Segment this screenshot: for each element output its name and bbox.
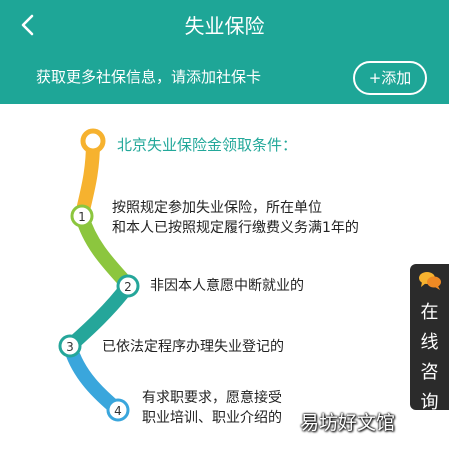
conditions-heading: 北京失业保险金领取条件： <box>117 136 298 154</box>
chat-bubbles-icon <box>419 272 441 290</box>
watermark-text: 易坊好文馆 <box>300 412 396 434</box>
step-1-line-1: 按照规定参加失业保险，所在单位 <box>112 200 322 216</box>
consult-char-3: 咨 <box>420 362 439 383</box>
online-consult-button[interactable]: 在 线 咨 询 <box>410 264 449 413</box>
step-3-text: 已依法定程序办理失业登记的 <box>102 337 284 357</box>
step-4-line-1: 有求职要求，愿意接受 <box>142 390 282 406</box>
step-1-text: 按照规定参加失业保险，所在单位 和本人已按照规定履行缴费义务满1年的 <box>112 198 359 238</box>
step-2-line-1: 非因本人意愿中断就业的 <box>150 278 304 294</box>
add-card-button[interactable]: +添加 <box>353 61 427 95</box>
step-1-line-2: 和本人已按照规定履行缴费义务满1年的 <box>112 220 359 236</box>
step-4-line-2: 职业培训、职业介绍的 <box>142 410 282 426</box>
page-title: 失业保险 <box>184 14 265 38</box>
step-number-3: 3 <box>66 340 74 354</box>
step-4-text: 有求职要求，愿意接受 职业培训、职业介绍的 <box>142 388 282 428</box>
step-number-2: 2 <box>124 280 132 294</box>
step-2-text: 非因本人意愿中断就业的 <box>150 276 304 296</box>
start-marker <box>80 128 106 154</box>
banner-text: 获取更多社保信息，请添加社保卡 <box>36 68 262 86</box>
step-3-line-1: 已依法定程序办理失业登记的 <box>102 339 284 355</box>
consult-char-2: 线 <box>420 332 439 353</box>
app-header: 失业保险 <box>0 0 449 52</box>
consult-char-1: 在 <box>420 302 439 323</box>
consult-label: 在 线 咨 询 <box>410 298 449 418</box>
step-number-1: 1 <box>78 210 86 224</box>
step-number-4: 4 <box>114 404 122 418</box>
social-card-banner: 获取更多社保信息，请添加社保卡 +添加 <box>0 52 449 104</box>
consult-char-4: 询 <box>420 392 439 413</box>
